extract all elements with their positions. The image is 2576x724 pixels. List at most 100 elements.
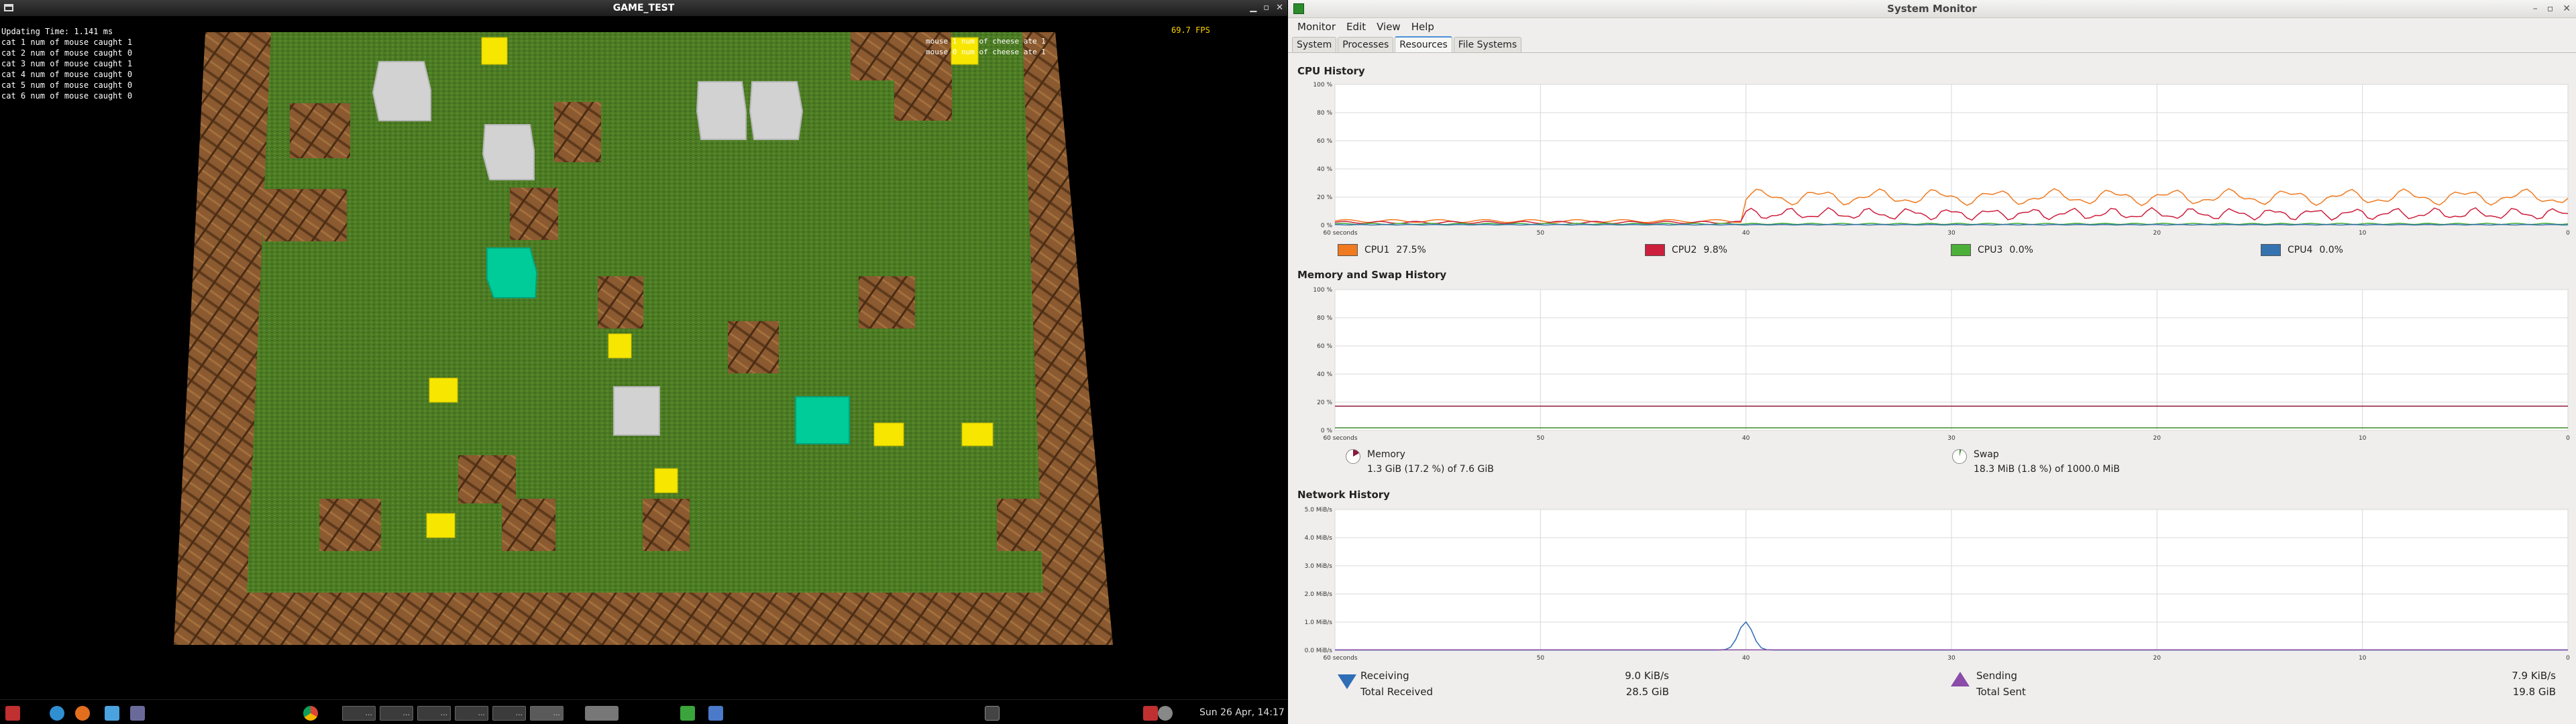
cpu-y-tick: 40 % <box>1317 166 1332 173</box>
net-x-tick: 60 seconds <box>1323 655 1357 662</box>
cpu2-value: 9.8% <box>1703 245 1727 255</box>
volume-icon[interactable] <box>1158 706 1173 721</box>
clock[interactable]: Sun 26 Apr, 14:17 <box>1199 707 1285 718</box>
sending-value: 7.9 KiB/s <box>2512 670 2556 682</box>
cpu-x-tick: 40 <box>1742 230 1750 237</box>
cpu3-swatch[interactable] <box>1951 244 1971 256</box>
files-icon[interactable] <box>708 706 723 721</box>
taskbar: ... ... ... ... ... ... Sun 26 Apr, 14:1… <box>0 699 1287 724</box>
tray-network-icon[interactable] <box>1143 706 1158 721</box>
menu-monitor[interactable]: Monitor <box>1292 21 1341 33</box>
cpu-x-tick: 10 <box>2359 230 2367 237</box>
memory-value: 1.3 GiB (17.2 %) of 7.6 GiB <box>1367 464 1494 475</box>
net-y-tick: 2.0 MiB/s <box>1305 591 1333 598</box>
memory-history-graph: 60 seconds 50 40 30 20 10 0 100 % 80 % 60 % 40 % 20… <box>1313 287 2570 442</box>
status-line: cat 5 num of mouse caught 0 <box>1 80 133 90</box>
net-y-tick: 5.0 MiB/s <box>1305 507 1333 514</box>
network-history-graph: 60 seconds 50 40 30 20 10 0 5.0 MiB/s 4.0 MiB/s 3… <box>1305 507 2570 662</box>
swap-value: 18.3 MiB (1.8 %) of 1000.0 MiB <box>1974 464 2120 475</box>
net-y-tick: 1.0 MiB/s <box>1305 619 1333 626</box>
mem-x-tick: 50 <box>1537 435 1545 442</box>
cpu-history-graph: 60 seconds 50 40 30 20 10 0 100 % 80 % 60 % 40 % 20… <box>1313 82 2570 237</box>
close-icon[interactable]: ✕ <box>1276 0 1283 16</box>
cpu-history-heading: CPU History <box>1297 65 1365 77</box>
cpu4-legend: CPU4 0.0% <box>2261 244 2343 256</box>
system-monitor-window[interactable]: System Monitor – ▫ ✕ Monitor Edit View H… <box>1288 0 2576 699</box>
cpu4-swatch[interactable] <box>2261 244 2281 256</box>
workspace-switcher[interactable] <box>585 706 619 721</box>
network-history-heading: Network History <box>1297 489 1390 501</box>
game-window[interactable]: GAME_TEST ▁ ▫ ✕ Updating Time: 1.141 ms … <box>0 0 1287 699</box>
terminal-icon[interactable] <box>985 706 1000 721</box>
mem-y-tick: 100 % <box>1313 287 1332 294</box>
status-line: cat 6 num of mouse caught 0 <box>1 91 133 101</box>
mem-y-tick: 80 % <box>1317 315 1332 322</box>
mem-x-tick: 10 <box>2359 435 2367 442</box>
sending-label: Sending <box>1976 670 2017 682</box>
maximize-icon[interactable]: ▫ <box>2547 0 2554 18</box>
taskbar-window-button[interactable]: ... <box>380 706 413 721</box>
mouse-status-line: mouse 1 num of cheese ate 1 <box>926 37 1046 46</box>
total-received-value: 28.5 GiB <box>1625 686 1669 698</box>
chrome-icon[interactable] <box>303 706 318 721</box>
minimize-icon[interactable]: ▁ <box>1250 0 1256 16</box>
minimize-icon[interactable]: – <box>2533 0 2538 18</box>
menu-view[interactable]: View <box>1371 21 1406 33</box>
cpu3-legend: CPU3 0.0% <box>1951 244 2033 256</box>
cpu2-swatch[interactable] <box>1645 244 1665 256</box>
mem-y-tick: 0 % <box>1321 428 1333 434</box>
receiving-arrow-icon[interactable] <box>1338 674 1356 689</box>
fps-counter: 69.7 FPS <box>1171 25 1210 35</box>
mem-x-tick: 60 seconds <box>1323 435 1357 442</box>
cpu1-swatch[interactable] <box>1338 244 1358 256</box>
status-line: cat 2 num of mouse caught 0 <box>1 48 133 58</box>
memory-pie-icon[interactable] <box>1346 449 1360 464</box>
settings-icon[interactable] <box>105 706 119 721</box>
taskbar-window-button[interactable]: ... <box>417 706 451 721</box>
window-title: System Monitor <box>1887 3 1977 15</box>
cpu1-label: CPU1 <box>1364 245 1390 255</box>
system-monitor-app-icon <box>1293 3 1304 14</box>
total-received-label: Total Received <box>1360 686 1434 698</box>
tab-file-systems[interactable]: File Systems <box>1453 37 1522 52</box>
firefox-icon[interactable] <box>75 706 90 721</box>
help-icon[interactable] <box>130 706 145 721</box>
cpu-y-tick: 20 % <box>1317 194 1332 201</box>
net-y-tick: 0.0 MiB/s <box>1305 648 1333 654</box>
cpu3-value: 0.0% <box>2009 245 2033 255</box>
net-y-tick: 4.0 MiB/s <box>1305 535 1333 542</box>
menu-edit[interactable]: Edit <box>1341 21 1371 33</box>
cpu-x-tick: 60 seconds <box>1323 230 1357 237</box>
tab-processes[interactable]: Processes <box>1338 37 1394 52</box>
mem-y-tick: 60 % <box>1317 343 1332 350</box>
net-x-tick: 30 <box>1947 655 1955 662</box>
receiving-value: 9.0 KiB/s <box>1625 670 1669 682</box>
taskbar-window-button[interactable]: ... <box>530 706 564 721</box>
tab-system[interactable]: System <box>1292 37 1337 52</box>
cpu-y-tick: 100 % <box>1313 82 1332 88</box>
menu-bar: Monitor Edit View Help <box>1288 18 2576 36</box>
sending-arrow-icon[interactable] <box>1951 672 1970 686</box>
swap-legend: Swap 18.3 MiB (1.8 %) of 1000.0 MiB <box>1952 449 2120 475</box>
game-title-bar[interactable]: GAME_TEST ▁ ▫ ✕ <box>0 0 1287 16</box>
total-sent-label: Total Sent <box>1976 686 2026 698</box>
swap-pie-icon[interactable] <box>1952 449 1967 464</box>
mem-x-tick: 30 <box>1947 435 1955 442</box>
menu-help[interactable]: Help <box>1406 21 1440 33</box>
taskbar-window-button[interactable]: ... <box>492 706 526 721</box>
game-app-icon[interactable] <box>680 706 695 721</box>
game-canvas[interactable]: Updating Time: 1.141 ms cat 1 num of mou… <box>0 16 1287 699</box>
net-x-tick: 40 <box>1742 655 1750 662</box>
mem-x-tick: 40 <box>1742 435 1750 442</box>
cpu3-label: CPU3 <box>1978 245 2003 255</box>
cpu1-legend: CPU1 27.5% <box>1338 244 1426 256</box>
tab-resources[interactable]: Resources <box>1395 36 1452 52</box>
start-menu-icon[interactable] <box>5 706 20 721</box>
maximize-icon[interactable]: ▫ <box>1263 0 1269 16</box>
cpu2-legend: CPU2 9.8% <box>1645 244 1727 256</box>
close-icon[interactable]: ✕ <box>2563 0 2571 18</box>
taskbar-window-button[interactable]: ... <box>342 706 376 721</box>
system-monitor-title-bar[interactable]: System Monitor – ▫ ✕ <box>1288 0 2576 18</box>
browser-icon[interactable] <box>50 706 64 721</box>
taskbar-window-button[interactable]: ... <box>455 706 488 721</box>
